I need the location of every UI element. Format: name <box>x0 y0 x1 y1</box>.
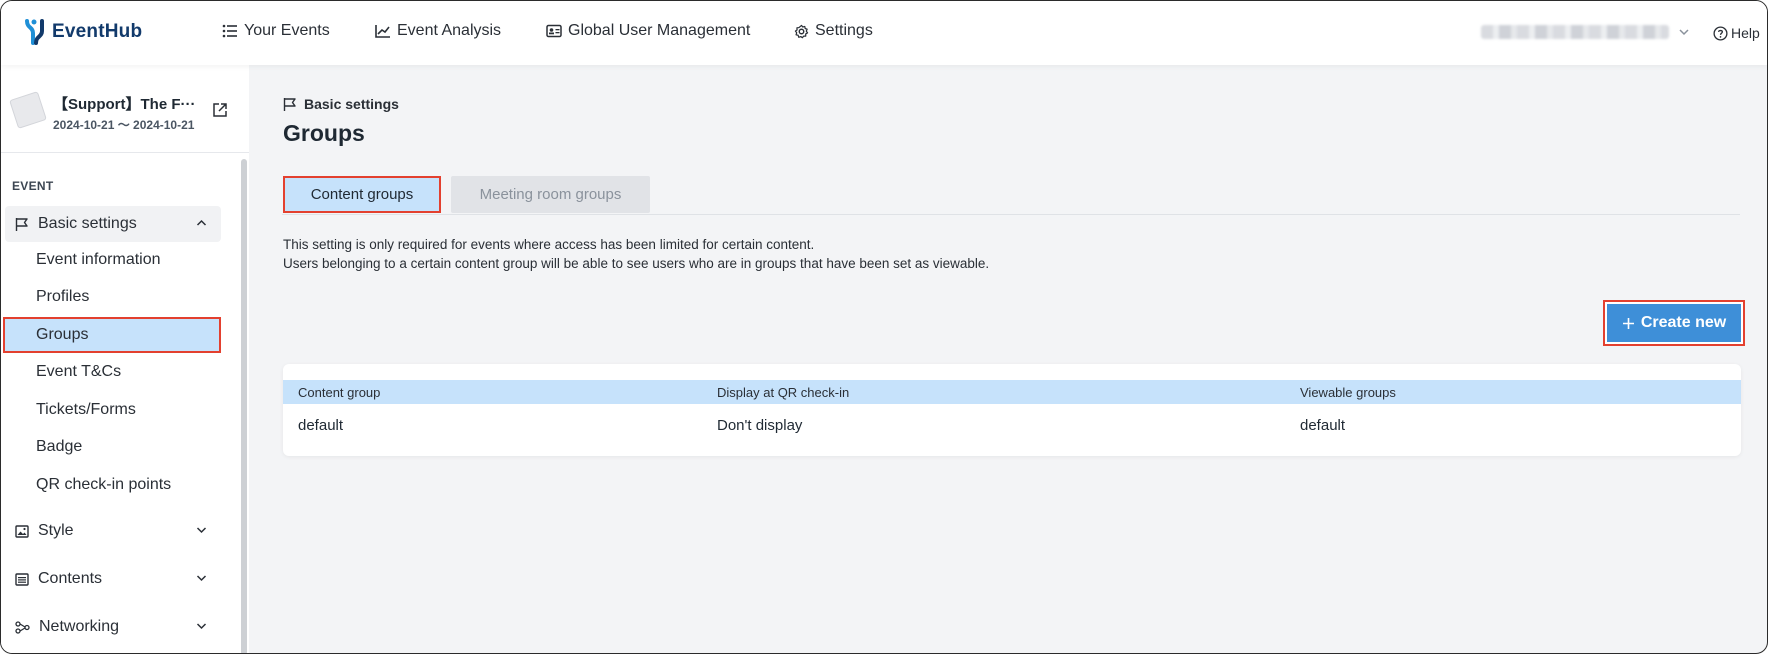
question-circle-icon <box>1713 25 1728 41</box>
user-account-name-redacted[interactable] <box>1481 25 1669 39</box>
list-box-icon <box>15 572 29 586</box>
chevron-down-icon[interactable] <box>1678 26 1690 38</box>
flag-icon <box>15 217 28 231</box>
eventhub-logo-icon <box>25 19 44 45</box>
sidebar-item-label: Badge <box>36 438 83 455</box>
logo[interactable]: EventHub <box>23 18 142 46</box>
nav-your-events[interactable]: Your Events <box>222 22 330 40</box>
create-new-button[interactable]: Create new <box>1603 300 1745 346</box>
main-content: Basic settings Groups Content groups Mee… <box>249 65 1767 653</box>
group-tabs: Content groups Meeting room groups <box>282 176 1740 215</box>
column-header-viewable-groups[interactable]: Viewable groups <box>1300 380 1396 404</box>
tab-label: Meeting room groups <box>479 186 622 203</box>
image-icon <box>15 524 29 538</box>
sidebar-item-profiles[interactable]: Profiles <box>1 279 221 315</box>
breadcrumb: Basic settings <box>283 96 399 112</box>
help-link[interactable]: Help <box>1713 25 1760 41</box>
sidebar-item-event-information[interactable]: Event information <box>1 242 221 278</box>
chevron-down-icon <box>196 575 207 582</box>
description-line: This setting is only required for events… <box>283 237 815 252</box>
create-new-label: Create new <box>1640 314 1727 331</box>
sidebar-group-contents[interactable]: Contents <box>5 561 221 597</box>
event-name: 【Support】The F··· <box>53 96 196 113</box>
event-dates: 2024-10-21 ～ 2024-10-21 <box>53 118 195 132</box>
cell-display-at-qr-check-in: Don't display <box>717 416 803 434</box>
event-thumbnail <box>9 91 47 129</box>
cell-content-group: default <box>298 416 344 434</box>
column-header-content-group[interactable]: Content group <box>298 380 380 404</box>
sidebar-item-label: Event T&Cs <box>36 363 122 380</box>
page-title: Groups <box>283 120 365 146</box>
nav-event-analysis[interactable]: Event Analysis <box>375 22 501 40</box>
chevron-up-icon <box>196 219 207 226</box>
nav-settings[interactable]: Settings <box>794 22 873 40</box>
tab-label: Content groups <box>310 186 414 203</box>
chart-icon <box>375 25 390 38</box>
logo-text: EventHub <box>52 21 143 42</box>
sidebar-item-qr-check-in-points[interactable]: QR check-in points <box>1 467 221 503</box>
top-navigation: EventHub Your Events Event Analysis Glob… <box>1 1 1767 65</box>
sidebar-group-label: Contents <box>38 570 103 587</box>
nav-label: Global User Management <box>568 22 751 39</box>
sidebar-item-label: Event information <box>36 251 161 268</box>
sidebar: 【Support】The F··· 2024-10-21 ～ 2024-10-2… <box>1 65 249 653</box>
list-icon <box>222 24 237 38</box>
sidebar-item-label: Profiles <box>36 288 90 305</box>
table-row[interactable]: default Don't display default <box>283 408 1741 442</box>
sidebar-item-label: Tickets/Forms <box>36 401 136 418</box>
sidebar-group-style[interactable]: Style <box>5 513 221 549</box>
sidebar-section-label: EVENT <box>12 179 54 193</box>
sidebar-group-networking[interactable]: Networking <box>5 609 221 645</box>
sidebar-item-groups[interactable]: Groups <box>3 317 221 353</box>
nav-label: Settings <box>815 22 873 39</box>
cell-viewable-groups: default <box>1300 416 1346 434</box>
table-header: Content group Display at QR check-in Vie… <box>283 380 1741 404</box>
sidebar-item-badge[interactable]: Badge <box>1 429 221 465</box>
sidebar-item-label: Groups <box>36 326 89 343</box>
gear-icon <box>794 24 809 38</box>
plus-icon <box>1622 317 1634 329</box>
nav-label: Event Analysis <box>397 22 502 39</box>
breadcrumb-label: Basic settings <box>304 96 399 112</box>
sidebar-scrollbar[interactable] <box>241 159 247 653</box>
sidebar-group-label: Style <box>38 522 74 539</box>
tab-content-groups[interactable]: Content groups <box>283 176 441 213</box>
id-card-icon <box>546 24 562 38</box>
help-label: Help <box>1731 25 1760 41</box>
content-groups-table: Content group Display at QR check-in Vie… <box>283 364 1741 456</box>
sidebar-group-label: Basic settings <box>38 215 137 232</box>
chevron-down-icon <box>196 623 207 630</box>
app-window: EventHub Your Events Event Analysis Glob… <box>0 0 1768 654</box>
sidebar-item-tickets-forms[interactable]: Tickets/Forms <box>1 392 221 428</box>
flag-icon <box>283 97 296 111</box>
sidebar-item-label: QR check-in points <box>36 476 172 493</box>
description-line: Users belonging to a certain content gro… <box>283 256 990 271</box>
column-header-display-at-qr-check-in[interactable]: Display at QR check-in <box>717 380 849 404</box>
sidebar-group-basic-settings[interactable]: Basic settings <box>5 206 221 242</box>
chevron-down-icon <box>196 527 207 534</box>
network-icon <box>15 620 30 634</box>
sidebar-item-event-tcs[interactable]: Event T&Cs <box>1 354 221 390</box>
event-card: 【Support】The F··· 2024-10-21 ～ 2024-10-2… <box>1 65 249 153</box>
sidebar-group-label: Networking <box>39 618 120 635</box>
tab-meeting-room-groups[interactable]: Meeting room groups <box>451 176 650 213</box>
description: This setting is only required for events… <box>283 235 989 273</box>
nav-global-user-management[interactable]: Global User Management <box>546 22 750 40</box>
nav-label: Your Events <box>244 22 330 39</box>
external-link-icon[interactable] <box>212 102 228 118</box>
